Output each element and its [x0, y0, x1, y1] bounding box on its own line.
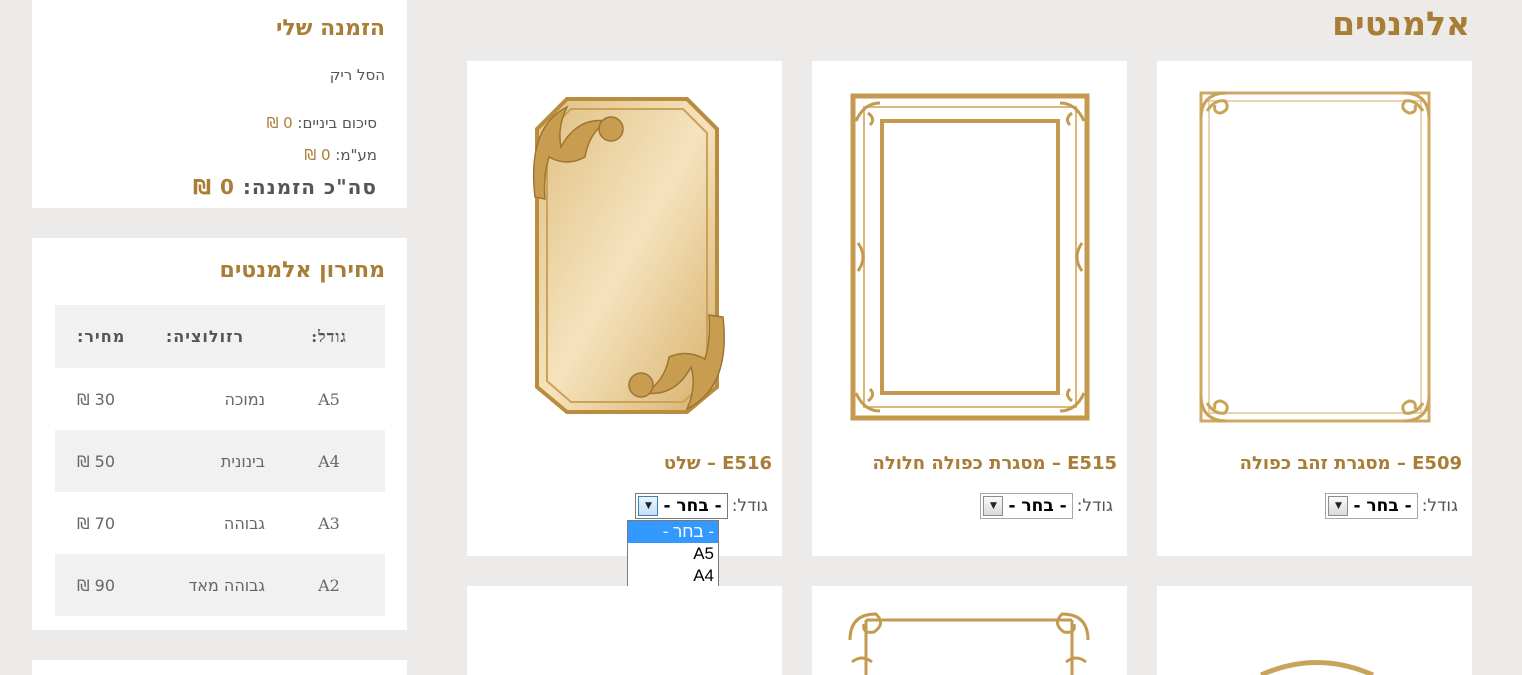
chevron-down-icon[interactable]: ▼ [638, 496, 659, 516]
gold-double-frame-image[interactable] [1197, 89, 1433, 425]
table-row: A5 נמוכה 30 ₪ [55, 368, 385, 430]
size-selector-row: גודל: - בחר - ▼ [980, 493, 1113, 519]
price-list-title: מחירון אלמנטים [219, 258, 385, 283]
size-select[interactable]: - בחר - ▼ [980, 493, 1073, 519]
row-resolution: נמוכה [224, 389, 265, 409]
chevron-down-icon[interactable]: ▼ [983, 496, 1004, 516]
cart-panel: הזמנה שלי הסל ריק סיכום ביניים: 0 ₪ מע"מ… [32, 0, 407, 208]
size-selector-row: גודל: - בחר - ▼ [635, 493, 768, 519]
price-table: גודל: רזולוציה: מחיר: A5 נמוכה 30 ₪ A4 ב… [55, 305, 385, 616]
total-value: 0 ₪ [192, 175, 235, 199]
size-selector-row: גודל: - בחר - ▼ [1325, 493, 1458, 519]
vat-value: 0 ₪ [304, 146, 331, 164]
total-line: סה"כ הזמנה: 0 ₪ [193, 175, 377, 199]
subtotal-value: 0 ₪ [266, 114, 293, 132]
row-resolution: גבוהה מאד [144, 554, 273, 616]
row-size: A3 [318, 513, 340, 533]
header-size: גודל: [273, 305, 385, 368]
gold-ornament-image[interactable] [1257, 656, 1377, 675]
product-title[interactable]: E509 – מסגרת זהב כפולה [1240, 453, 1462, 474]
price-list-panel: מחירון אלמנטים גודל: רזולוציה: מחיר: A5 … [32, 238, 407, 630]
hollow-double-frame-image[interactable] [850, 93, 1090, 421]
product-card: E515 – מסגרת כפולה חלולה גודל: - בחר - ▼ [812, 61, 1127, 556]
table-row: A3 גבוהה 70 ₪ [55, 492, 385, 554]
size-label: גודל: [731, 496, 768, 516]
cart-empty-text: הסל ריק [329, 66, 385, 84]
dropdown-option[interactable]: A5 [628, 543, 718, 565]
cart-title: הזמנה שלי [275, 16, 385, 41]
gold-sign-image[interactable] [527, 87, 727, 427]
row-size: A5 [318, 389, 340, 409]
chevron-down-icon[interactable]: ▼ [1328, 496, 1349, 516]
header-resolution: רזולוציה: [144, 305, 273, 368]
row-price: 50 ₪ [55, 430, 144, 492]
dropdown-option[interactable]: A4 [628, 565, 718, 587]
vat-line: מע"מ: 0 ₪ [304, 146, 377, 164]
subtotal-label: סיכום ביניים: [297, 114, 377, 132]
product-card [812, 586, 1127, 675]
vat-label: מע"מ: [335, 146, 377, 164]
product-card: E509 – מסגרת זהב כפולה גודל: - בחר - ▼ [1157, 61, 1472, 556]
size-select-value: - בחר - [1353, 496, 1412, 516]
table-row: A4 בינונית 50 ₪ [55, 430, 385, 492]
row-price: 90 ₪ [55, 554, 144, 616]
row-resolution: בינונית [144, 430, 273, 492]
product-card [1157, 586, 1472, 675]
table-row: A2 גבוהה מאד 90 ₪ [55, 554, 385, 616]
subtotal-line: סיכום ביניים: 0 ₪ [267, 114, 377, 132]
product-card: E516 – שלט גודל: - בחר - ▼ [467, 61, 782, 556]
row-size: A2 [273, 554, 385, 616]
sidebar-panel-partial [32, 660, 407, 675]
product-title[interactable]: E516 – שלט [664, 453, 772, 474]
product-card [467, 586, 782, 675]
row-price: 70 ₪ [77, 513, 115, 533]
product-title[interactable]: E515 – מסגרת כפולה חלולה [872, 453, 1117, 474]
price-table-header: גודל: רזולוציה: מחיר: [55, 305, 385, 368]
size-select[interactable]: - בחר - ▼ [1325, 493, 1418, 519]
header-price: מחיר: [55, 305, 144, 368]
row-resolution: גבוהה [223, 513, 265, 533]
size-label: גודל: [1421, 496, 1458, 516]
size-select[interactable]: - בחר - ▼ [635, 493, 728, 519]
row-price: 30 ₪ [77, 389, 115, 409]
size-label: גודל: [1076, 496, 1113, 516]
total-label: סה"כ הזמנה: [242, 175, 377, 199]
dropdown-option[interactable]: - בחר - [628, 521, 718, 543]
row-size: A4 [273, 430, 385, 492]
size-select-value: - בחר - [663, 496, 722, 516]
size-select-value: - בחר - [1008, 496, 1067, 516]
page-title: אלמנטים [1332, 4, 1470, 43]
ornate-frame-image[interactable] [846, 610, 1092, 675]
